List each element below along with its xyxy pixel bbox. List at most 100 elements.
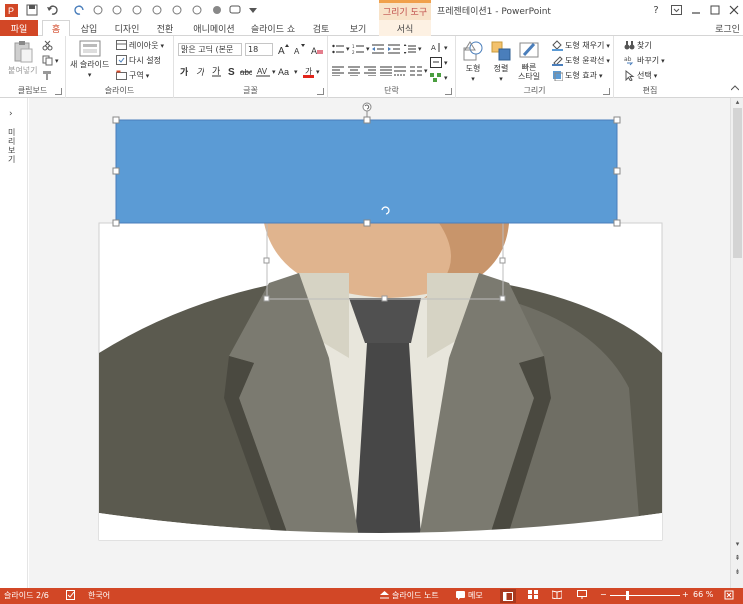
quick-styles-button[interactable]: 빠른 스타일 <box>518 40 540 81</box>
layout-button[interactable]: 레이아웃 ▾ <box>116 40 164 51</box>
replace-button[interactable]: ab 바꾸기 ▾ <box>624 55 665 66</box>
suit-illustration[interactable] <box>98 222 663 541</box>
qat-shape-icon-2[interactable] <box>110 3 124 17</box>
underline-icon[interactable]: 가 <box>212 66 221 77</box>
maximize-button[interactable] <box>707 2 723 18</box>
tab-slideshow[interactable]: 슬라이드 쇼 <box>248 20 298 36</box>
scroll-down-arrow-icon[interactable]: ▾ <box>733 540 742 549</box>
font-size-field[interactable]: 18 <box>245 43 273 56</box>
clear-formatting-button[interactable]: A <box>311 44 323 55</box>
paste-button[interactable]: 붙여넣기 <box>8 40 37 76</box>
section-button[interactable]: 구역 ▾ <box>116 70 149 81</box>
next-slide-icon[interactable]: ⇟ <box>733 568 742 577</box>
shrink-font-button[interactable]: A <box>294 44 305 55</box>
select-button[interactable]: 선택 ▾ <box>624 70 657 81</box>
shadow-text-icon[interactable]: S <box>228 66 236 77</box>
justify-icon[interactable] <box>380 66 392 76</box>
drawing-dialog-launcher[interactable] <box>603 88 610 95</box>
tab-insert[interactable]: 삽입 <box>74 20 104 36</box>
align-center-icon[interactable] <box>348 66 360 76</box>
text-direction-icon[interactable]: A ▾ <box>430 42 448 53</box>
slide-editing-canvas[interactable] <box>29 98 730 588</box>
redo-icon[interactable] <box>73 3 87 17</box>
tab-transitions[interactable]: 전환 <box>150 20 180 36</box>
grow-font-button[interactable]: A <box>278 44 289 55</box>
align-text-icon[interactable]: ▾ <box>430 57 448 68</box>
font-name-field[interactable]: 맑은 고딕 (본문 <box>178 43 242 56</box>
find-button[interactable]: 찾기 <box>624 40 652 51</box>
undo-icon[interactable] <box>45 3 59 17</box>
qat-shape-icon-4[interactable] <box>150 3 164 17</box>
tab-view[interactable]: 보기 <box>342 20 374 36</box>
character-spacing-icon[interactable]: AV ▾ <box>256 66 276 77</box>
qat-shape-icon-6[interactable] <box>190 3 204 17</box>
shape-effects-button[interactable]: 도형 효과 ▾ <box>552 70 603 81</box>
language-indicator[interactable]: 한국어 <box>88 590 110 601</box>
qat-shape-icon-3[interactable] <box>130 3 144 17</box>
zoom-in-button[interactable]: + <box>682 590 689 599</box>
shape-outline-button[interactable]: 도형 윤곽선 ▾ <box>552 55 610 66</box>
notes-button[interactable]: 슬라이드 노트 <box>380 590 439 601</box>
thumbnail-pane-collapsed[interactable]: › 미리 보기 <box>0 98 28 588</box>
increase-indent-icon[interactable] <box>388 44 400 54</box>
normal-view-icon[interactable] <box>500 589 516 603</box>
tab-file[interactable]: 파일 <box>0 20 38 36</box>
qat-shape-icon-7[interactable] <box>210 3 224 17</box>
numbering-icon[interactable]: 1 2 ▾ <box>352 44 370 54</box>
italic-icon[interactable]: 가 <box>196 66 204 76</box>
align-left-icon[interactable] <box>332 66 344 76</box>
slideshow-view-icon[interactable] <box>577 590 587 599</box>
copy-button[interactable]: ▾ <box>42 55 59 66</box>
paragraph-dialog-launcher[interactable] <box>445 88 452 95</box>
tab-animations[interactable]: 애니메이션 <box>186 20 242 36</box>
tab-format[interactable]: 서식 <box>379 20 431 36</box>
zoom-slider[interactable] <box>610 595 680 596</box>
zoom-out-button[interactable]: − <box>600 590 607 599</box>
bold-icon[interactable]: 가 <box>180 66 188 76</box>
signin-link[interactable]: 로그인 <box>712 20 743 36</box>
close-button[interactable] <box>726 2 742 18</box>
qat-shape-icon-5[interactable] <box>170 3 184 17</box>
qat-shape-icon-1[interactable] <box>91 3 105 17</box>
shapes-button[interactable]: 도형 ▾ <box>462 40 484 83</box>
customize-qat-icon[interactable] <box>246 3 260 17</box>
scroll-up-arrow-icon[interactable]: ▴ <box>733 98 742 107</box>
rotate-handle-icon[interactable] <box>362 102 372 112</box>
reading-view-icon[interactable] <box>552 590 562 599</box>
cut-button[interactable] <box>42 40 53 51</box>
tab-review[interactable]: 검토 <box>306 20 336 36</box>
change-case-icon[interactable]: Aa ▾ <box>278 66 298 77</box>
comments-button[interactable]: 메모 <box>456 590 483 601</box>
vertical-scrollbar[interactable]: ▴ ▾ ⇞ ⇟ <box>730 98 743 588</box>
shape-fill-button[interactable]: 도형 채우기 ▾ <box>552 40 610 51</box>
new-slide-button[interactable]: 새 슬라이드 ▾ <box>70 40 109 79</box>
tab-home[interactable]: 홈 <box>42 20 70 37</box>
clipboard-dialog-launcher[interactable] <box>55 88 62 95</box>
line-spacing-icon[interactable]: ▾ <box>404 44 422 54</box>
previous-slide-icon[interactable]: ⇞ <box>733 554 742 563</box>
expand-pane-chevron-icon[interactable]: › <box>9 109 13 119</box>
format-painter-button[interactable] <box>42 70 53 81</box>
slide-sorter-view-icon[interactable] <box>528 590 538 599</box>
zoom-level[interactable]: 66 % <box>693 590 713 599</box>
arrange-button[interactable]: 정렬 ▾ <box>490 40 512 83</box>
reset-button[interactable]: 다시 설정 <box>116 55 161 66</box>
blue-rectangle-shape[interactable] <box>112 108 621 227</box>
ribbon-display-options-icon[interactable] <box>668 2 684 18</box>
tab-design[interactable]: 디자인 <box>108 20 146 36</box>
align-right-icon[interactable] <box>364 66 376 76</box>
scrollbar-thumb[interactable] <box>733 108 742 258</box>
comment-icon[interactable] <box>228 3 242 17</box>
save-icon[interactable] <box>25 3 39 17</box>
spellcheck-icon[interactable] <box>66 590 76 600</box>
strikethrough-icon[interactable]: abc <box>240 66 252 77</box>
decrease-indent-icon[interactable] <box>372 44 384 54</box>
bullets-icon[interactable]: ▾ <box>332 44 350 54</box>
fit-slide-icon[interactable] <box>724 590 734 600</box>
font-dialog-launcher[interactable] <box>317 88 324 95</box>
font-color-icon[interactable]: 가 ▾ <box>303 66 320 78</box>
distributed-icon[interactable] <box>394 66 406 76</box>
minimize-button[interactable] <box>688 2 704 18</box>
collapse-ribbon-icon[interactable] <box>731 85 739 91</box>
smartart-icon[interactable]: ▾ <box>430 72 448 83</box>
